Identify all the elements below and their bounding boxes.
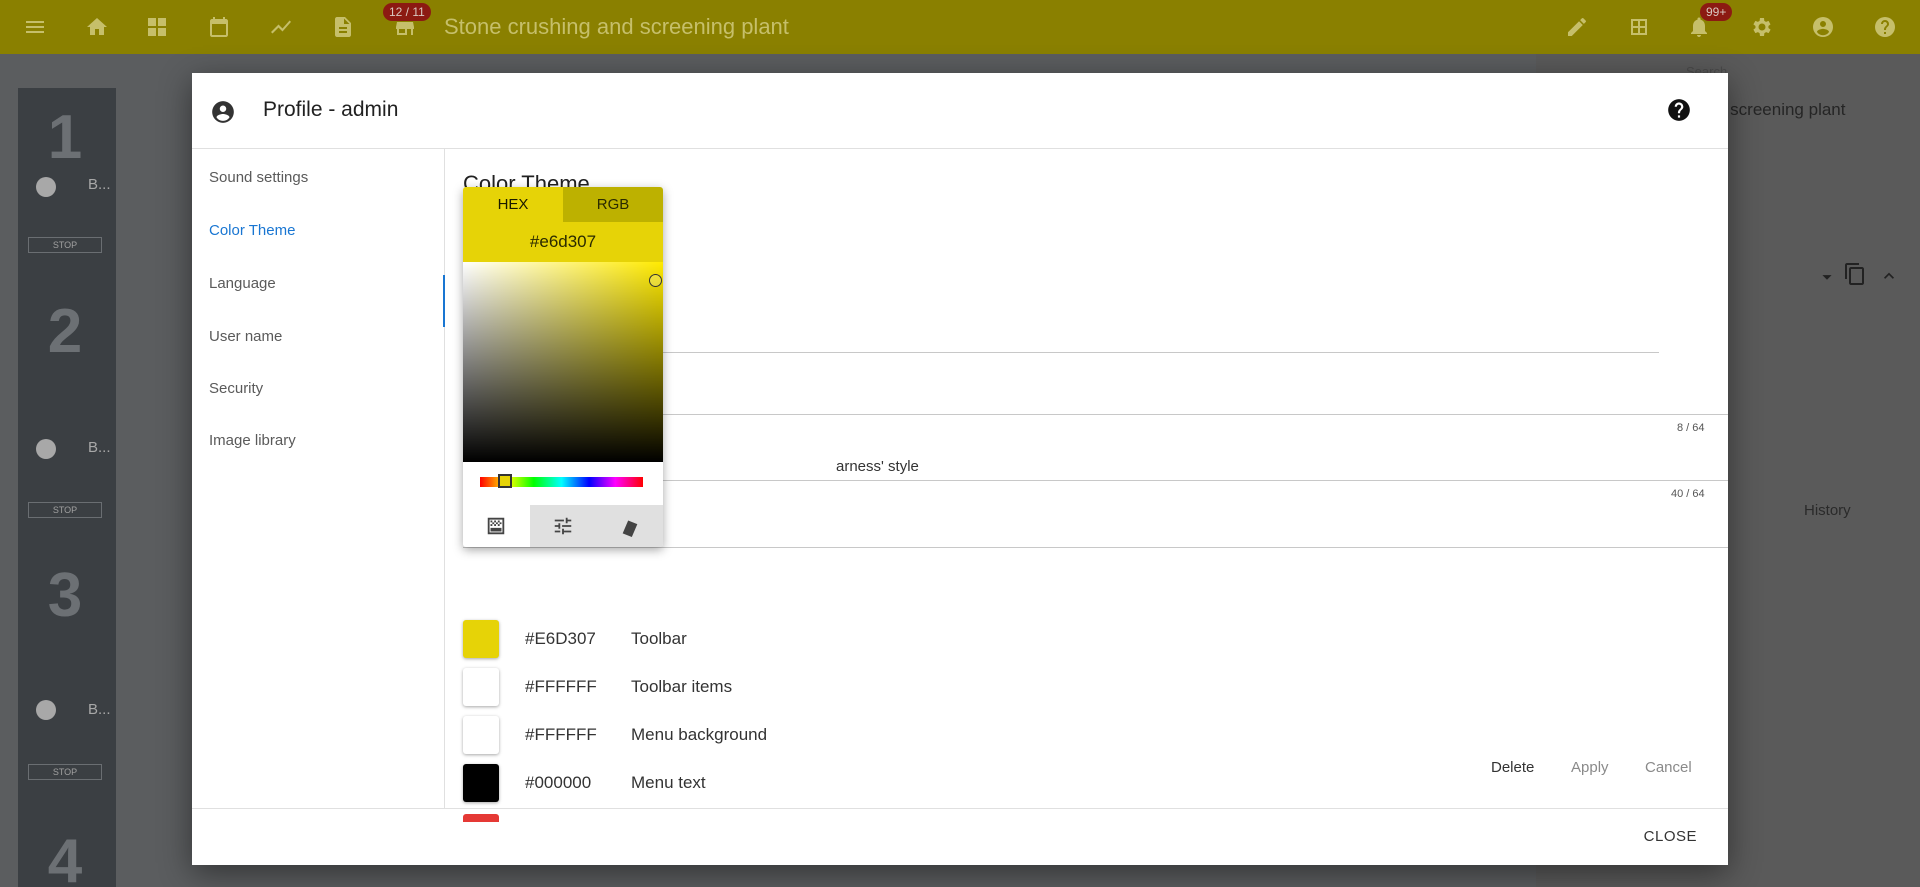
color-swatch[interactable]	[463, 668, 499, 706]
field-underline	[463, 547, 1728, 548]
bg-stop-button: STOP	[28, 764, 102, 780]
color-label: Menu text	[631, 773, 706, 792]
bg-label: B...	[88, 701, 111, 718]
bg-label: B...	[88, 439, 111, 456]
profile-side-nav: Sound settings Color Theme Language User…	[192, 149, 445, 808]
tab-rgb[interactable]: RGB	[563, 187, 663, 222]
bg-status-dot	[36, 700, 56, 720]
picker-mode-bar	[463, 505, 663, 547]
bg-stop-button: STOP	[28, 502, 102, 518]
dialog-footer: CLOSE	[192, 808, 1728, 865]
account-icon[interactable]	[1808, 12, 1838, 42]
nav-item-user-name[interactable]: User name	[209, 328, 282, 345]
color-swatch[interactable]	[463, 764, 499, 802]
color-hex: #FFFFFF	[525, 725, 597, 744]
bg-stop-button: STOP	[28, 237, 102, 253]
color-hex: #000000	[525, 773, 592, 792]
home-icon[interactable]	[82, 12, 112, 42]
color-label: Toolbar items	[631, 677, 733, 696]
bg-panel-text: d screening plant	[1716, 100, 1846, 119]
nav-item-sound-settings[interactable]: Sound settings	[209, 169, 308, 186]
palette-mode-button[interactable]	[463, 505, 530, 547]
help-icon[interactable]	[1666, 97, 1692, 123]
saturation-value-area[interactable]	[463, 262, 663, 462]
color-hex: #FFFFFF	[525, 677, 597, 696]
dialog-header: Profile - admin	[192, 73, 1728, 149]
color-row-toolbar[interactable]: #E6D307 Toolbar	[463, 619, 687, 659]
color-label: Toolbar	[631, 629, 687, 648]
document-icon[interactable]	[328, 12, 358, 42]
gear-icon[interactable]	[1746, 12, 1776, 42]
grid-icon[interactable]	[1624, 12, 1654, 42]
profile-dialog: Profile - admin Sound settings Color The…	[192, 73, 1894, 865]
color-row-menu-background[interactable]: #FFFFFF Menu background	[463, 715, 767, 755]
notifications-badge: 99+	[1700, 3, 1733, 21]
name-char-counter: 8 / 64	[1677, 422, 1705, 434]
close-button[interactable]: CLOSE	[1644, 828, 1697, 845]
hue-handle[interactable]	[498, 474, 512, 488]
bg-history-tab: History	[1804, 502, 1851, 519]
bg-step-3: 3	[47, 561, 83, 630]
hex-value-input[interactable]: #e6d307	[463, 222, 663, 262]
cancel-button[interactable]: Cancel	[1645, 759, 1692, 776]
nav-item-language[interactable]: Language	[209, 275, 276, 292]
bg-status-dot	[36, 439, 56, 459]
color-hex: #E6D307	[525, 629, 596, 648]
sliders-mode-button[interactable]	[530, 505, 597, 547]
tab-hex[interactable]: HEX	[463, 187, 563, 222]
sliders-icon	[554, 517, 572, 535]
bg-status-dot	[36, 177, 56, 197]
calendar-icon[interactable]	[204, 12, 234, 42]
color-swatch[interactable]	[463, 620, 499, 658]
bg-step-4: 4	[47, 827, 83, 887]
description-char-counter: 40 / 64	[1671, 488, 1705, 500]
dialog-title: Profile - admin	[263, 98, 399, 121]
menu-icon[interactable]	[20, 12, 50, 42]
nav-item-image-library[interactable]: Image library	[209, 432, 296, 449]
page-badge: 12 / 11	[383, 3, 431, 21]
nav-item-security[interactable]: Security	[209, 380, 263, 397]
trend-icon[interactable]	[266, 12, 296, 42]
apply-button[interactable]: Apply	[1571, 759, 1609, 776]
app-title: Stone crushing and screening plant	[444, 14, 789, 39]
bg-step-2: 2	[47, 297, 83, 366]
color-picker: HEX RGB #e6d307	[463, 187, 663, 547]
description-field-value[interactable]: arness' style	[836, 458, 919, 475]
swatches-mode-button[interactable]	[596, 505, 663, 547]
saturation-handle[interactable]	[649, 274, 662, 287]
nav-item-color-theme[interactable]: Color Theme	[209, 222, 295, 239]
dropdown-arrow-icon[interactable]	[1816, 266, 1838, 288]
color-label: Menu background	[631, 725, 768, 744]
account-circle-icon	[212, 101, 234, 123]
color-row-toolbar-items[interactable]: #FFFFFF Toolbar items	[463, 667, 732, 707]
palette-icon	[488, 517, 505, 535]
picker-tabs: HEX RGB	[463, 187, 663, 222]
app-toolbar: 12 / 11 Stone crushing and screening pla…	[0, 0, 1920, 54]
delete-button[interactable]: Delete	[1491, 759, 1534, 776]
bg-step-1: 1	[47, 103, 83, 172]
swatches-icon	[622, 520, 638, 537]
color-swatch[interactable]	[463, 716, 499, 754]
color-row-menu-text[interactable]: #000000 Menu text	[463, 763, 706, 803]
edit-icon[interactable]	[1562, 12, 1592, 42]
bg-label: B...	[88, 176, 111, 193]
copy-icon[interactable]	[1843, 262, 1867, 286]
dashboard-icon[interactable]	[142, 12, 172, 42]
chevron-up-icon[interactable]	[1879, 266, 1899, 286]
help-circle-icon[interactable]	[1870, 12, 1900, 42]
